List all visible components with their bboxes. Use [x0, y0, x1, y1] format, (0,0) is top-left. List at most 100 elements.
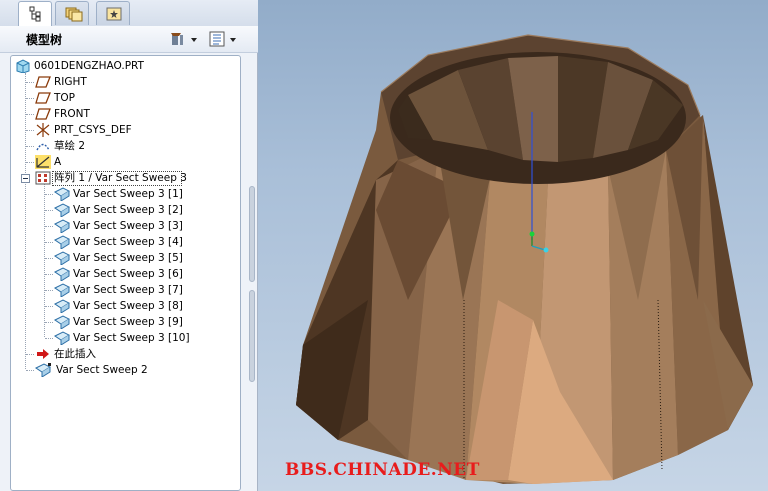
pattern-child-item[interactable]: Var Sect Sweep 3 [8] [45, 298, 234, 314]
insert-arrow-icon [37, 349, 49, 359]
tree-item-label: TOP [54, 92, 76, 104]
splitter-grip-lower[interactable] [249, 290, 255, 382]
sketch-icon [36, 143, 50, 151]
var-sect-sweep-icon [35, 363, 51, 377]
tree-item-label: FRONT [54, 108, 90, 120]
tree-item-label: Var Sect Sweep 2 [56, 364, 148, 376]
show-tools-button[interactable] [169, 30, 201, 48]
part-icon [16, 59, 30, 73]
datum-plane-icon [35, 92, 51, 104]
tree-root[interactable]: 0601DENGZHAO.PRT [15, 58, 235, 74]
tree-item-label: Var Sect Sweep 3 [5] [73, 252, 183, 264]
tree-connector [45, 194, 53, 195]
pattern-child-item[interactable]: Var Sect Sweep 3 [5] [45, 250, 234, 266]
tree-connector [45, 258, 53, 259]
tree-connector [44, 184, 45, 337]
pattern-collapse-toggle[interactable] [21, 174, 30, 183]
tree-connector [45, 322, 53, 323]
model-tree-panel: 模型树 0601DENGZHAO.PRT RIGHT TOP FRONT PRT… [0, 0, 258, 491]
tree-connector [45, 274, 53, 275]
tree-item-label: 阵列 1 / Var Sect Sweep 3 [54, 172, 187, 184]
tree-connector [26, 130, 34, 131]
tree-item-sketch[interactable]: 草绘 2 [26, 138, 225, 154]
splitter-grip-upper[interactable] [249, 186, 255, 282]
tree-connector [45, 290, 53, 291]
tree-connector [45, 338, 53, 339]
tree-item-front[interactable]: FRONT [26, 106, 225, 122]
tree-item-label: Var Sect Sweep 3 [3] [73, 220, 183, 232]
pattern-child-item[interactable]: Var Sect Sweep 3 [3] [45, 218, 234, 234]
datum-plane-icon [35, 108, 51, 120]
tree-settings-button[interactable] [208, 30, 240, 48]
datum-axis-icon [35, 155, 51, 169]
tree-connector [26, 98, 34, 99]
tree-root-label: 0601DENGZHAO.PRT [34, 60, 144, 72]
pattern-child-item[interactable]: Var Sect Sweep 3 [7] [45, 282, 234, 298]
tree-connector [26, 370, 34, 371]
tree-connector [45, 226, 53, 227]
var-sect-sweep-icon [54, 315, 70, 329]
tree-item-label: Var Sect Sweep 3 [1] [73, 188, 183, 200]
var-sect-sweep-icon [54, 283, 70, 297]
tree-item-csys[interactable]: PRT_CSYS_DEF [26, 122, 225, 138]
var-sect-sweep-icon [54, 251, 70, 265]
tree-item-label: A [54, 156, 62, 168]
favorites-tab-icon [106, 7, 122, 21]
tree-item-right[interactable]: RIGHT [26, 74, 225, 90]
pattern-child-item[interactable]: Var Sect Sweep 3 [9] [45, 314, 234, 330]
var-sect-sweep-icon [54, 203, 70, 217]
tree-item-label: Var Sect Sweep 3 [4] [73, 236, 183, 248]
graphics-viewport[interactable]: BBS.CHINADE.NET [258, 0, 768, 491]
pattern-child-item[interactable]: Var Sect Sweep 3 [2] [45, 202, 234, 218]
tree-item-label: RIGHT [54, 76, 87, 88]
tree-connector [26, 114, 34, 115]
tree-settings-icon [209, 31, 236, 47]
3d-model-view[interactable] [258, 0, 768, 491]
pattern-child-item[interactable]: Var Sect Sweep 3 [1] [45, 186, 234, 202]
tab-favorites[interactable] [96, 1, 130, 25]
tree-connector [45, 210, 53, 211]
tree-connector [45, 306, 53, 307]
model-tree: 0601DENGZHAO.PRT RIGHT TOP FRONT PRT_CSY… [10, 55, 241, 491]
var-sect-sweep-icon [54, 299, 70, 313]
tree-connector [26, 146, 34, 147]
pattern-icon [35, 171, 51, 185]
tree-item-label: Var Sect Sweep 3 [10] [73, 332, 190, 344]
tools-icon [171, 33, 197, 45]
tree-item-label: Var Sect Sweep 3 [6] [73, 268, 183, 280]
watermark-text: BBS.CHINADE.NET [285, 460, 480, 480]
model-tree-title: 模型树 [26, 33, 63, 47]
tree-item-var-sect-sweep-2[interactable]: Var Sect Sweep 2 [26, 362, 225, 378]
tree-item-axis[interactable]: A [26, 154, 225, 170]
model-tree-header: 模型树 [0, 26, 258, 53]
var-sect-sweep-icon [54, 235, 70, 249]
tree-item-pattern[interactable]: 阵列 1 / Var Sect Sweep 3 [35, 170, 235, 186]
var-sect-sweep-icon [54, 331, 70, 345]
tree-item-label: Var Sect Sweep 3 [2] [73, 204, 183, 216]
tree-connector [26, 162, 34, 163]
csys-icon [36, 123, 50, 137]
model-tree-tab-icon [29, 6, 41, 22]
tree-item-label: 在此插入 [54, 348, 96, 360]
insert-here-marker[interactable]: 在此插入 [26, 346, 225, 362]
tab-model-tree[interactable] [18, 1, 52, 27]
tree-connector [26, 354, 34, 355]
tab-folder-browser[interactable] [55, 1, 89, 25]
var-sect-sweep-icon [54, 267, 70, 281]
tree-item-label: PRT_CSYS_DEF [54, 124, 132, 136]
tree-connector [45, 242, 53, 243]
var-sect-sweep-icon [54, 187, 70, 201]
tree-item-label: Var Sect Sweep 3 [8] [73, 300, 183, 312]
pattern-child-item[interactable]: Var Sect Sweep 3 [10] [45, 330, 234, 346]
pattern-child-item[interactable]: Var Sect Sweep 3 [6] [45, 266, 234, 282]
tree-item-top[interactable]: TOP [26, 90, 225, 106]
folder-browser-tab-icon [65, 7, 83, 22]
navigator-tab-bar [0, 0, 258, 27]
tree-item-label: Var Sect Sweep 3 [7] [73, 284, 183, 296]
datum-plane-icon [35, 76, 51, 88]
tree-connector [25, 73, 26, 369]
var-sect-sweep-icon [54, 219, 70, 233]
tree-connector [26, 82, 34, 83]
pattern-child-item[interactable]: Var Sect Sweep 3 [4] [45, 234, 234, 250]
tree-item-label: 草绘 2 [54, 140, 86, 152]
